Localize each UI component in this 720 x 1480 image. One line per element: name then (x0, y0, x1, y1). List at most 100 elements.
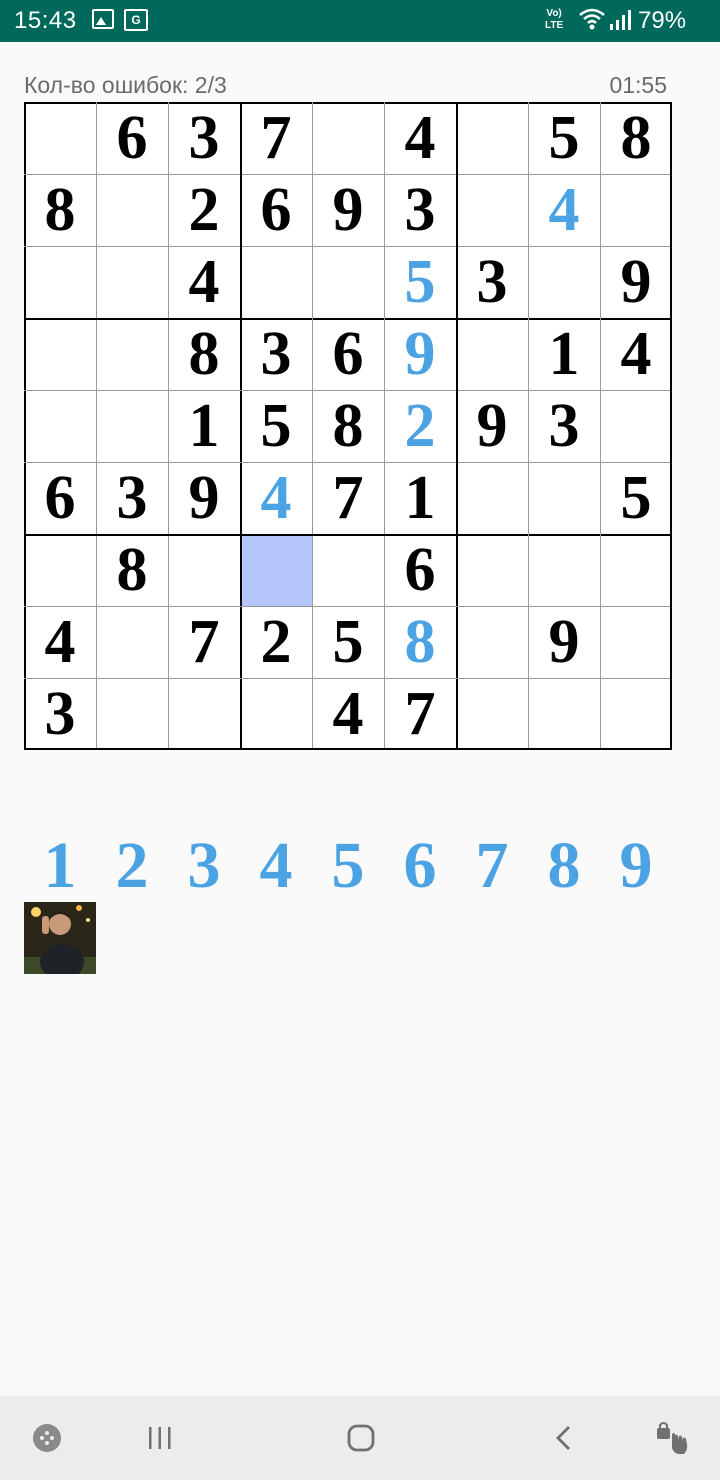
grid-cell-r7-c5[interactable] (312, 534, 384, 606)
grid-cell-r2-c8[interactable]: 4 (528, 174, 600, 246)
grid-cell-r5-c3[interactable]: 1 (168, 390, 240, 462)
grid-cell-r9-c3[interactable] (168, 678, 240, 750)
grid-cell-r7-c1[interactable] (24, 534, 96, 606)
grid-cell-r2-c1[interactable]: 8 (24, 174, 96, 246)
grid-cell-r2-c5[interactable]: 9 (312, 174, 384, 246)
grid-cell-r3-c1[interactable] (24, 246, 96, 318)
grid-cell-r8-c2[interactable] (96, 606, 168, 678)
grid-cell-r5-c7[interactable]: 9 (456, 390, 528, 462)
grid-cell-r4-c9[interactable]: 4 (600, 318, 672, 390)
grid-cell-r2-c2[interactable] (96, 174, 168, 246)
grid-cell-r8-c4[interactable]: 2 (240, 606, 312, 678)
grid-cell-r2-c4[interactable]: 6 (240, 174, 312, 246)
grid-cell-r3-c4[interactable] (240, 246, 312, 318)
grid-cell-r7-c8[interactable] (528, 534, 600, 606)
grid-cell-r6-c2[interactable]: 3 (96, 462, 168, 534)
numpad-button-5[interactable]: 5 (312, 829, 384, 902)
grid-cell-r1-c7[interactable] (456, 102, 528, 174)
grid-cell-r9-c7[interactable] (456, 678, 528, 750)
grid-cell-r5-c5[interactable]: 8 (312, 390, 384, 462)
grid-cell-r5-c4[interactable]: 5 (240, 390, 312, 462)
grid-cell-r8-c7[interactable] (456, 606, 528, 678)
grid-cell-r6-c9[interactable]: 5 (600, 462, 672, 534)
numpad-button-9[interactable]: 9 (600, 829, 672, 902)
grid-cell-r5-c8[interactable]: 3 (528, 390, 600, 462)
game-tools-button[interactable] (27, 1418, 67, 1458)
grid-cell-r3-c2[interactable] (96, 246, 168, 318)
grid-cell-r9-c8[interactable] (528, 678, 600, 750)
grid-cell-r1-c3[interactable]: 3 (168, 102, 240, 174)
sudoku-grid: 6374588269344539836914158293639471586472… (24, 102, 672, 750)
grid-cell-r9-c4[interactable] (240, 678, 312, 750)
grid-cell-r9-c2[interactable] (96, 678, 168, 750)
grid-cell-r5-c2[interactable] (96, 390, 168, 462)
grid-cell-r1-c5[interactable] (312, 102, 384, 174)
grid-cell-r4-c5[interactable]: 6 (312, 318, 384, 390)
grid-cell-r1-c2[interactable]: 6 (96, 102, 168, 174)
back-button[interactable] (544, 1418, 584, 1458)
grid-cell-r7-c4[interactable] (240, 534, 312, 606)
grid-cell-r3-c9[interactable]: 9 (600, 246, 672, 318)
grid-cell-r6-c7[interactable] (456, 462, 528, 534)
numpad-button-8[interactable]: 8 (528, 829, 600, 902)
grid-cell-r7-c3[interactable] (168, 534, 240, 606)
grid-line-horizontal (24, 174, 672, 175)
grid-cell-r6-c5[interactable]: 7 (312, 462, 384, 534)
grid-cell-r4-c4[interactable]: 3 (240, 318, 312, 390)
grid-cell-r2-c9[interactable] (600, 174, 672, 246)
grid-cell-r2-c6[interactable]: 3 (384, 174, 456, 246)
grid-cell-r1-c6[interactable]: 4 (384, 102, 456, 174)
grid-cell-r4-c1[interactable] (24, 318, 96, 390)
error-counter: Кол-во ошибок: 2/3 (24, 72, 227, 98)
grid-cell-r8-c3[interactable]: 7 (168, 606, 240, 678)
grid-cell-r1-c9[interactable]: 8 (600, 102, 672, 174)
grid-cell-r3-c5[interactable] (312, 246, 384, 318)
numpad-button-7[interactable]: 7 (456, 829, 528, 902)
grid-cell-r4-c7[interactable] (456, 318, 528, 390)
grid-cell-r6-c8[interactable] (528, 462, 600, 534)
numpad-button-4[interactable]: 4 (240, 829, 312, 902)
home-button[interactable] (341, 1418, 381, 1458)
grid-cell-r2-c7[interactable] (456, 174, 528, 246)
grid-cell-r9-c5[interactable]: 4 (312, 678, 384, 750)
grid-cell-r3-c6[interactable]: 5 (384, 246, 456, 318)
grid-cell-r6-c1[interactable]: 6 (24, 462, 96, 534)
grid-cell-r1-c8[interactable]: 5 (528, 102, 600, 174)
grid-line-vertical (670, 102, 672, 750)
accessibility-button[interactable] (652, 1418, 692, 1458)
grid-cell-r9-c1[interactable]: 3 (24, 678, 96, 750)
grid-cell-r3-c7[interactable]: 3 (456, 246, 528, 318)
grid-cell-r7-c9[interactable] (600, 534, 672, 606)
grid-cell-r4-c2[interactable] (96, 318, 168, 390)
grid-cell-r8-c5[interactable]: 5 (312, 606, 384, 678)
grid-cell-r8-c9[interactable] (600, 606, 672, 678)
avatar[interactable] (24, 902, 96, 974)
recent-apps-button[interactable] (140, 1418, 180, 1458)
grid-cell-r4-c3[interactable]: 8 (168, 318, 240, 390)
grid-cell-r1-c1[interactable] (24, 102, 96, 174)
grid-cell-r9-c9[interactable] (600, 678, 672, 750)
grid-cell-r8-c8[interactable]: 9 (528, 606, 600, 678)
grid-cell-r6-c3[interactable]: 9 (168, 462, 240, 534)
grid-cell-r1-c4[interactable]: 7 (240, 102, 312, 174)
grid-cell-r4-c8[interactable]: 1 (528, 318, 600, 390)
grid-cell-r7-c6[interactable]: 6 (384, 534, 456, 606)
grid-cell-r5-c9[interactable] (600, 390, 672, 462)
numpad-button-3[interactable]: 3 (168, 829, 240, 902)
grid-cell-r6-c6[interactable]: 1 (384, 462, 456, 534)
numpad-button-2[interactable]: 2 (96, 829, 168, 902)
grid-cell-r6-c4[interactable]: 4 (240, 462, 312, 534)
grid-cell-r7-c2[interactable]: 8 (96, 534, 168, 606)
grid-cell-r8-c1[interactable]: 4 (24, 606, 96, 678)
grid-cell-r4-c6[interactable]: 9 (384, 318, 456, 390)
grid-cell-r5-c1[interactable] (24, 390, 96, 462)
grid-cell-r2-c3[interactable]: 2 (168, 174, 240, 246)
grid-cell-r7-c7[interactable] (456, 534, 528, 606)
numpad-button-1[interactable]: 1 (24, 829, 96, 902)
grid-cell-r8-c6[interactable]: 8 (384, 606, 456, 678)
grid-cell-r5-c6[interactable]: 2 (384, 390, 456, 462)
grid-cell-r3-c8[interactable] (528, 246, 600, 318)
grid-cell-r9-c6[interactable]: 7 (384, 678, 456, 750)
grid-cell-r3-c3[interactable]: 4 (168, 246, 240, 318)
numpad-button-6[interactable]: 6 (384, 829, 456, 902)
